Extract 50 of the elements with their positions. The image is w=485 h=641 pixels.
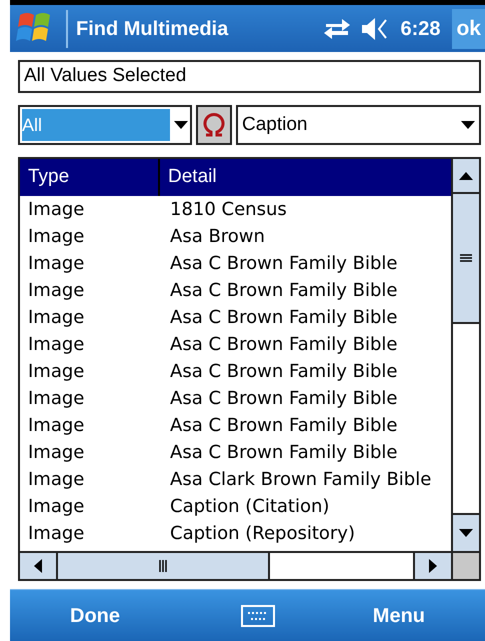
omega-icon [201, 112, 227, 138]
scroll-down-icon[interactable] [459, 529, 473, 537]
type-cell-text: Image [27, 333, 86, 357]
done-button[interactable]: Done [70, 600, 120, 630]
type-cell-text: Image [27, 414, 86, 438]
type-cell-text: Image [27, 387, 86, 411]
detail-cell-text: Asa C Brown Family Bible [169, 306, 398, 330]
window-title: Find Multimedia [76, 16, 228, 42]
scroll-left-icon[interactable] [34, 559, 42, 573]
detail-cell-text: Asa C Brown Family Bible [169, 252, 398, 276]
horizontal-scrollbar[interactable] [20, 553, 451, 579]
scroll-thumb[interactable] [58, 553, 270, 579]
type-cell-text: Image [27, 522, 86, 546]
detail-cell-text: Caption (Citation) [169, 495, 330, 519]
column-header[interactable]: Type [20, 159, 160, 196]
clock[interactable]: 6:28 [400, 14, 440, 44]
detail-cell-text: Asa C Brown Family Bible [169, 279, 398, 303]
detail-cell-text: Asa Brown [169, 225, 265, 249]
type-cell-text: Image [27, 252, 86, 276]
scroll-up-icon[interactable] [459, 172, 473, 180]
detail-cell-text: Caption (Repository) [169, 522, 355, 546]
type-cell-text: Image [27, 441, 86, 465]
column-header[interactable]: Detail [160, 159, 451, 196]
menu-button[interactable]: Menu [372, 600, 425, 630]
vertical-scrollbar[interactable] [451, 159, 479, 551]
type-cell-text: Image [27, 198, 86, 222]
symbol-button[interactable] [196, 105, 232, 145]
detail-cell-text: Asa C Brown Family Bible [169, 387, 398, 411]
connectivity-icon[interactable] [322, 16, 352, 40]
type-cell-text: Image [27, 279, 86, 303]
keyboard-icon[interactable] [241, 604, 276, 626]
field-dropdown[interactable]: Caption [236, 105, 481, 145]
dropdown-caret-icon [461, 121, 475, 129]
type-cell-text: Image [27, 225, 86, 249]
detail-cell-text: Asa Clark Brown Family Bible [169, 468, 432, 492]
scroll-right-icon[interactable] [429, 559, 437, 573]
ok-button[interactable]: ok [452, 8, 485, 48]
detail-cell-text: 1810 Census [169, 198, 287, 222]
detail-cell-text: Asa C Brown Family Bible [169, 333, 398, 357]
scroll-thumb[interactable] [453, 194, 479, 324]
filter-field[interactable]: All Values Selected [18, 60, 481, 93]
type-cell-text: Image [27, 468, 86, 492]
type-cell-text: Image [27, 360, 86, 384]
type-cell-text: Image [27, 306, 86, 330]
type-dropdown[interactable]: All [18, 105, 192, 145]
detail-cell-text: Asa C Brown Family Bible [169, 441, 398, 465]
type-cell-text: Image [27, 495, 86, 519]
detail-cell-text: Asa C Brown Family Bible [169, 360, 398, 384]
dropdown-caret-icon [174, 121, 188, 129]
detail-cell-text: Asa C Brown Family Bible [169, 414, 398, 438]
